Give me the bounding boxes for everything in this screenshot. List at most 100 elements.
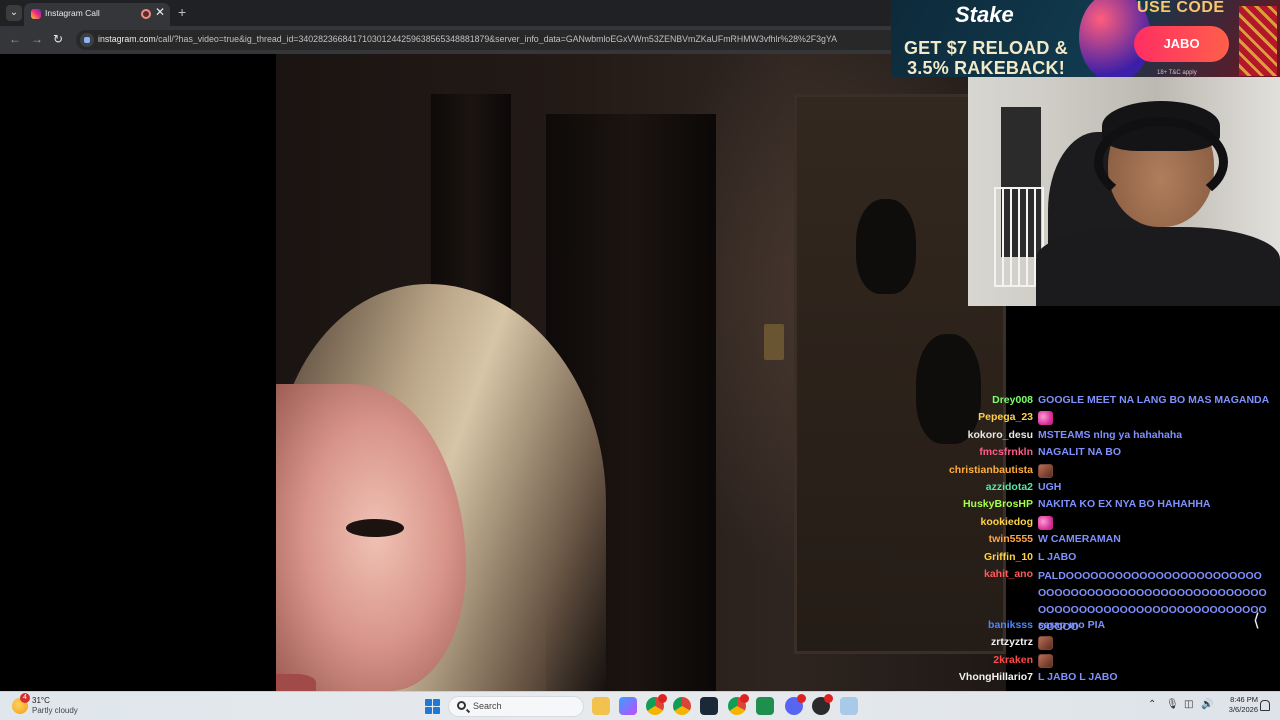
back-arrow-icon[interactable]: ←: [9, 32, 21, 46]
chat-text: L JABO: [1038, 550, 1077, 563]
chat-username[interactable]: zrtzyztrz: [940, 636, 1038, 648]
chrome-badge: [740, 694, 749, 703]
microphone-icon[interactable]: 🎙: [1166, 699, 1179, 710]
chat-username[interactable]: Pepega_23: [940, 411, 1038, 423]
photo-emote-icon: [1038, 636, 1053, 651]
tray-overflow-icon[interactable]: ⌃: [1148, 699, 1156, 710]
chat-text: sarap mo PIA: [1038, 618, 1106, 631]
headline-line-2: 3.5% RAKEBACK!: [907, 58, 1065, 77]
chat-text: UGH: [1038, 480, 1062, 493]
chat-username[interactable]: kokoro_desu: [940, 429, 1038, 441]
discord-badge: [797, 694, 806, 703]
notification-bell-icon[interactable]: [1260, 700, 1270, 711]
decorative-pattern: [1239, 6, 1277, 76]
chat-text: NAGALIT NA BO: [1038, 446, 1122, 459]
url-path: /call/?has_video=true&ig_thread_id=34028…: [155, 34, 837, 44]
promo-code-badge: JABO: [1134, 26, 1229, 62]
photo-emote-icon: [1038, 653, 1053, 668]
chat-text: [1038, 636, 1053, 651]
chrome-icon[interactable]: [673, 697, 691, 715]
chat-username[interactable]: azzidota2: [940, 481, 1038, 493]
chat-username[interactable]: christianbautista: [940, 464, 1038, 476]
chat-username[interactable]: 2kraken: [940, 654, 1038, 666]
sponsor-logo: Stake: [955, 2, 1014, 27]
copilot-icon[interactable]: [619, 697, 637, 715]
chat-text: W CAMERAMAN: [1038, 533, 1121, 546]
chat-text: NAKITA KO EX NYA BO HAHAHHA: [1038, 498, 1211, 511]
chat-message: 2kraken: [940, 653, 1274, 671]
chat-message: Pepega_23: [940, 411, 1274, 428]
chat-username[interactable]: kahit_ano: [940, 568, 1038, 580]
chat-text: [1038, 411, 1053, 426]
chrome-icon[interactable]: [728, 694, 749, 715]
chat-message: kahit_ano PALDOOOOOOOOOOOOOOOOOOOOOOOOOOO…: [940, 568, 1274, 633]
chat-message: kookiedog: [940, 515, 1274, 533]
new-tab-button[interactable]: +: [178, 4, 186, 20]
obs-icon[interactable]: [812, 694, 833, 715]
streamer-webcam: [968, 77, 1280, 306]
chat-message: fmcsfrnkln NAGALIT NA BO: [940, 446, 1274, 463]
volume-icon[interactable]: 🔊: [1201, 699, 1213, 710]
chat-text: [1038, 463, 1053, 479]
chat-username[interactable]: fmcsfrnkln: [940, 446, 1038, 458]
streamer-body: [1036, 227, 1280, 306]
system-clock[interactable]: 8:46 PM 3/6/2026: [1216, 695, 1258, 715]
chat-username[interactable]: baniksss: [940, 619, 1038, 631]
chat-username[interactable]: Griffin_10: [940, 551, 1038, 563]
chrome-icon[interactable]: [646, 694, 667, 715]
hanging-cap: [856, 199, 916, 294]
weather-widget[interactable]: 4 31°C Partly cloudy: [12, 693, 92, 717]
fine-print: 18+ T&C apply: [1157, 70, 1197, 76]
heart-emote-icon: [1038, 515, 1053, 530]
chat-text: MSTEAMS nlng ya hahahaha: [1038, 428, 1183, 441]
chrome-badge: [658, 694, 667, 703]
chat-username[interactable]: kookiedog: [940, 516, 1038, 528]
sponsor-headline: GET $7 RELOAD & 3.5% RAKEBACK!: [891, 38, 1081, 77]
snipping-tool-icon[interactable]: [840, 697, 858, 715]
collapse-arrow-icon[interactable]: ⟨: [1253, 610, 1260, 631]
address-bar[interactable]: instagram.com/call/?has_video=true&ig_th…: [76, 30, 896, 50]
chat-username[interactable]: twin5555: [940, 533, 1038, 545]
weather-badge: 4: [20, 693, 30, 703]
discord-icon[interactable]: [785, 694, 806, 715]
tab-search-menu-button[interactable]: ⌄: [6, 5, 22, 21]
chat-message: VhongHillario7 L JABO L JABO: [940, 671, 1274, 688]
taskbar: 4 31°C Partly cloudy Search ⌃ 🎙 ◫ 🔊 8:46…: [0, 691, 1280, 720]
forward-arrow-icon[interactable]: →: [31, 32, 43, 46]
chat-username[interactable]: Drey008: [940, 394, 1038, 406]
url-host: instagram.com: [98, 34, 156, 44]
network-icon[interactable]: ◫: [1184, 699, 1193, 710]
remote-video-feed: [276, 54, 1006, 711]
chat-message: kokoro_desu MSTEAMS nlng ya hahahaha: [940, 429, 1274, 446]
steam-icon[interactable]: [700, 697, 718, 715]
tab-close-button[interactable]: ✕: [155, 5, 165, 19]
chat-text: [1038, 653, 1053, 669]
headset: [1094, 117, 1228, 207]
reload-icon[interactable]: ↻: [53, 32, 63, 46]
person-eye: [346, 519, 404, 537]
obs-badge: [824, 694, 833, 703]
chat-username[interactable]: HuskyBrosHP: [940, 498, 1038, 510]
tab-instagram-call[interactable]: Instagram Call ✕: [24, 3, 170, 26]
clock-date: 3/6/2026: [1228, 705, 1258, 714]
site-info-icon[interactable]: [80, 33, 94, 47]
weather-temperature: 31°C: [32, 696, 50, 705]
person-lip: [276, 674, 316, 691]
windows-start-icon[interactable]: [425, 699, 440, 714]
chat-text: [1038, 515, 1053, 531]
url-text[interactable]: instagram.com/call/?has_video=true&ig_th…: [98, 34, 888, 44]
recording-indicator-icon: [141, 9, 151, 19]
browser-toolbar: ← → ↻ instagram.com/call/?has_video=true…: [0, 26, 896, 54]
chat-text: L JABO L JABO: [1038, 671, 1118, 684]
file-explorer-icon[interactable]: [592, 697, 610, 715]
search-label: Search: [473, 701, 502, 711]
tab-title: Instagram Call: [45, 8, 100, 18]
app-icon[interactable]: [756, 697, 774, 715]
chat-message: christianbautista: [940, 463, 1274, 481]
clock-time: 8:46 PM: [1230, 695, 1258, 704]
chat-username[interactable]: VhongHillario7: [940, 671, 1038, 683]
taskbar-search[interactable]: Search: [448, 696, 584, 717]
chat-message: Griffin_10 L JABO: [940, 551, 1274, 568]
chat-message: Drey008 GOOGLE MEET NA LANG BO MAS MAGAND…: [940, 394, 1274, 411]
use-code-label: USE CODE: [1137, 0, 1225, 16]
